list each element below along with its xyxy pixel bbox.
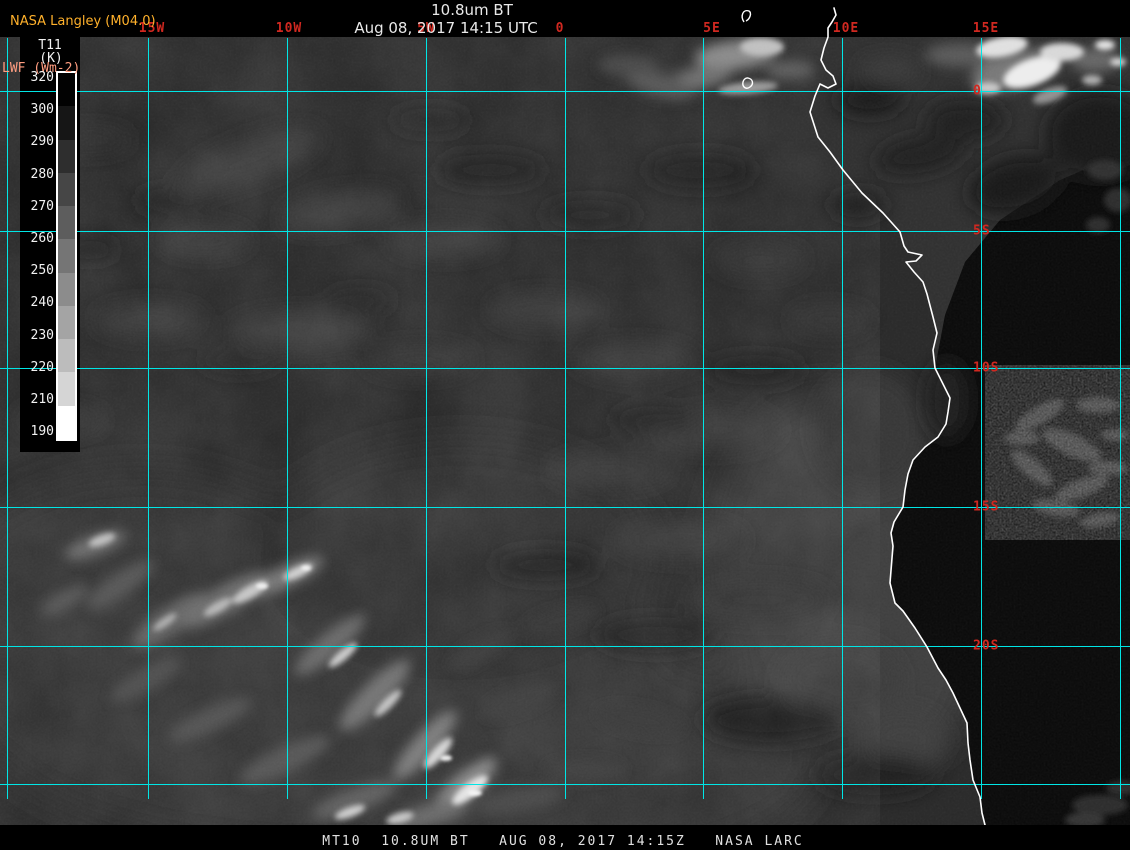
grain-overlay <box>0 37 1130 825</box>
colorbar-tick-190: 190 <box>30 424 54 440</box>
colorbar-segment <box>58 405 75 439</box>
colorbar-segment <box>58 239 75 273</box>
footer-bar: MT10 10.8UM BT AUG 08, 2017 14:15Z NASA … <box>0 825 1130 850</box>
colorbar-tick-290: 290 <box>30 134 54 150</box>
lon-label-10W: 10W <box>275 21 303 36</box>
colorbar-segment <box>58 73 75 107</box>
satellite-imagery <box>0 37 1130 825</box>
colorbar-tick-240: 240 <box>30 295 54 311</box>
lat-label-20S: 20S <box>973 638 1000 654</box>
colorbar-tick-220: 220 <box>30 359 54 375</box>
colorbar-tick-320: 320 <box>30 70 54 85</box>
lat-label-0: 0 <box>973 83 982 99</box>
colorbar-segment <box>58 172 75 207</box>
page-datetime: Aug 08, 2017 14:15 UTC <box>354 19 538 37</box>
lon-label-15E: 15E <box>972 21 1000 36</box>
colorbar-tick-260: 260 <box>30 231 54 246</box>
colorbar-tick-280: 280 <box>30 166 54 182</box>
colorbar-strip <box>56 71 77 441</box>
colorbar-segment <box>58 372 75 406</box>
colorbar-segment <box>58 339 75 373</box>
nasa-langley-label: NASA Langley (M04.0) <box>10 14 156 29</box>
footer-text: MT10 10.8UM BT AUG 08, 2017 14:15Z NASA … <box>322 834 804 849</box>
lon-label-10E: 10E <box>832 21 860 36</box>
satellite-viewer: { "header": { "nasa_label": "NASA Langle… <box>0 0 1130 850</box>
lat-label-5S: 5S <box>973 223 991 239</box>
colorbar-segment <box>58 139 75 173</box>
colorbar-segment <box>58 206 75 240</box>
lat-label-15S: 15S <box>973 499 1000 515</box>
colorbar-tick-270: 270 <box>30 198 54 214</box>
colorbar-segment <box>58 272 75 306</box>
lon-label-0: 0 <box>555 21 565 36</box>
colorbar-tick-230: 230 <box>30 327 54 343</box>
page-title: 10.8um BT <box>431 1 513 19</box>
colorbar-segment <box>58 305 75 340</box>
lat-label-10S: 10S <box>973 360 1000 376</box>
lon-label-5E: 5E <box>703 21 721 36</box>
colorbar-tick-250: 250 <box>30 263 54 279</box>
colorbar-segment <box>58 106 75 140</box>
colorbar-tick-300: 300 <box>30 102 54 118</box>
colorbar-tick-210: 210 <box>30 392 54 407</box>
